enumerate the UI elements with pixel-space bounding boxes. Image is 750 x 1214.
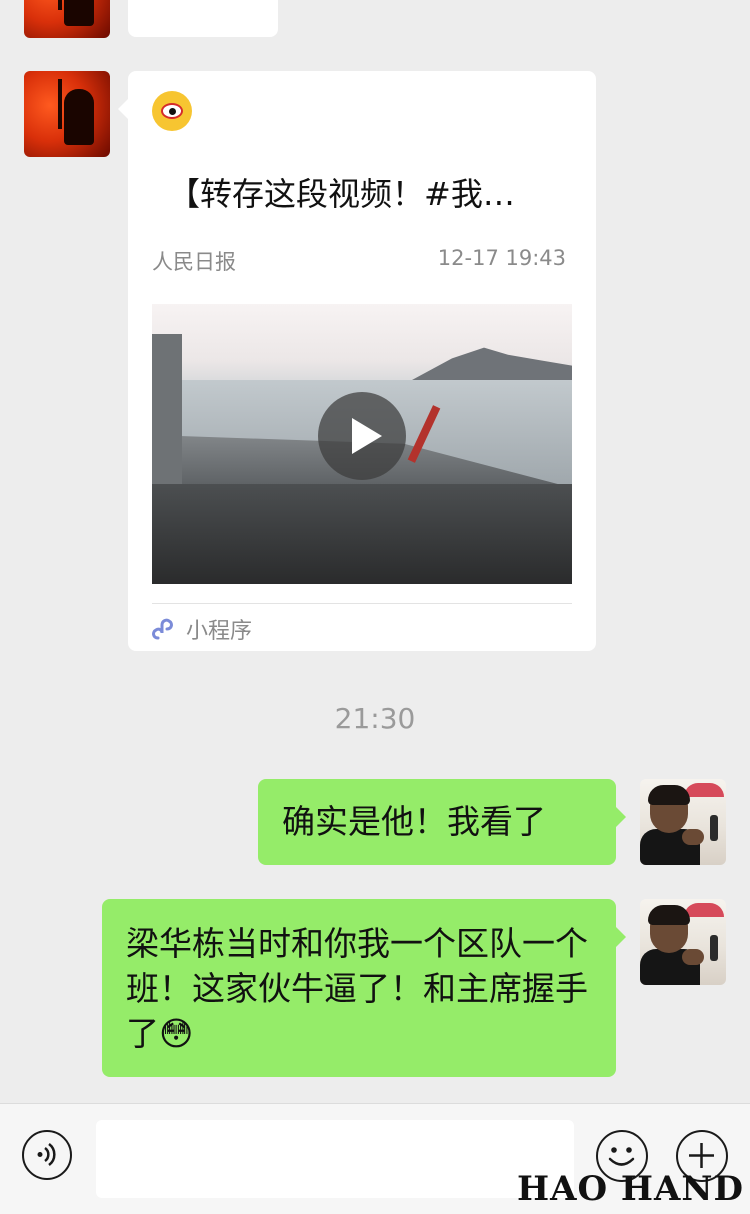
thumbnail-carrier-hull <box>152 484 572 584</box>
mini-program-icon <box>152 618 173 640</box>
thumbnail-carrier-tower <box>152 334 182 484</box>
my-message-bubble[interactable]: 确实是他！我看了 <box>258 779 626 865</box>
my-avatar[interactable] <box>640 899 726 985</box>
avatar-background-person <box>710 935 718 961</box>
avatar-background-roof <box>684 903 724 917</box>
card-time: 12-17 19:43 <box>437 246 566 270</box>
my-message-bubble[interactable]: 梁华栋当时和你我一个区队一个班！这家伙牛逼了！和主席握手了😳 <box>102 899 626 1077</box>
play-icon[interactable] <box>318 392 406 480</box>
avatar-figure-body <box>64 89 94 145</box>
voice-icon[interactable] <box>22 1130 72 1180</box>
video-thumbnail[interactable] <box>152 304 572 584</box>
mini-program-card[interactable]: 【转存这段视频！#我… 人民日报 12-17 19:43 小程序 <box>118 71 596 651</box>
mini-program-label: 小程序 <box>186 619 253 644</box>
bubble-tail <box>616 927 626 947</box>
contact-avatar-top[interactable] <box>24 0 110 38</box>
partial-message-bubble[interactable] <box>128 0 278 37</box>
avatar-hair <box>648 785 690 805</box>
avatar-figure-body <box>64 0 94 26</box>
contact-avatar[interactable] <box>24 71 110 157</box>
avatar-fist <box>682 949 704 965</box>
bubble-tail <box>616 807 626 827</box>
avatar-fist <box>682 829 704 845</box>
card-source: 人民日报 <box>152 250 236 274</box>
message-input[interactable] <box>96 1120 574 1198</box>
card-title: 【转存这段视频！#我… <box>168 175 515 213</box>
avatar-figure <box>58 79 62 129</box>
avatar-background-roof <box>684 783 724 797</box>
watermark: HAO HAND <box>516 1169 744 1209</box>
message-text: 确实是他！我看了 <box>282 802 546 841</box>
chat-timestamp: 21:30 <box>334 702 416 735</box>
avatar-figure <box>58 0 62 10</box>
message-text: 梁华栋当时和你我一个区队一个班！这家伙牛逼了！和主席握手了😳 <box>126 924 588 1053</box>
avatar-background-person <box>710 815 718 841</box>
card-divider <box>152 603 572 604</box>
avatar-hair <box>648 905 690 925</box>
thumbnail-mountain <box>412 347 572 380</box>
weibo-icon <box>152 91 192 131</box>
my-avatar[interactable] <box>640 779 726 865</box>
bubble-tail <box>118 99 128 119</box>
